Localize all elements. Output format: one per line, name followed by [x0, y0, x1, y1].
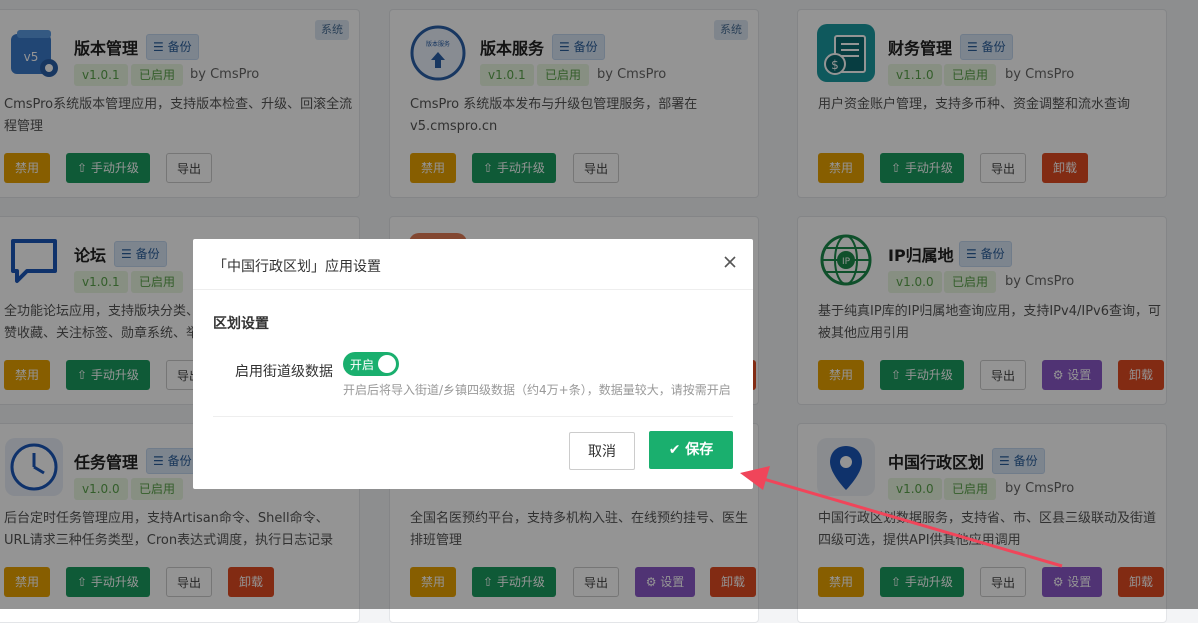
annotation-arrow-icon: [740, 466, 1063, 568]
